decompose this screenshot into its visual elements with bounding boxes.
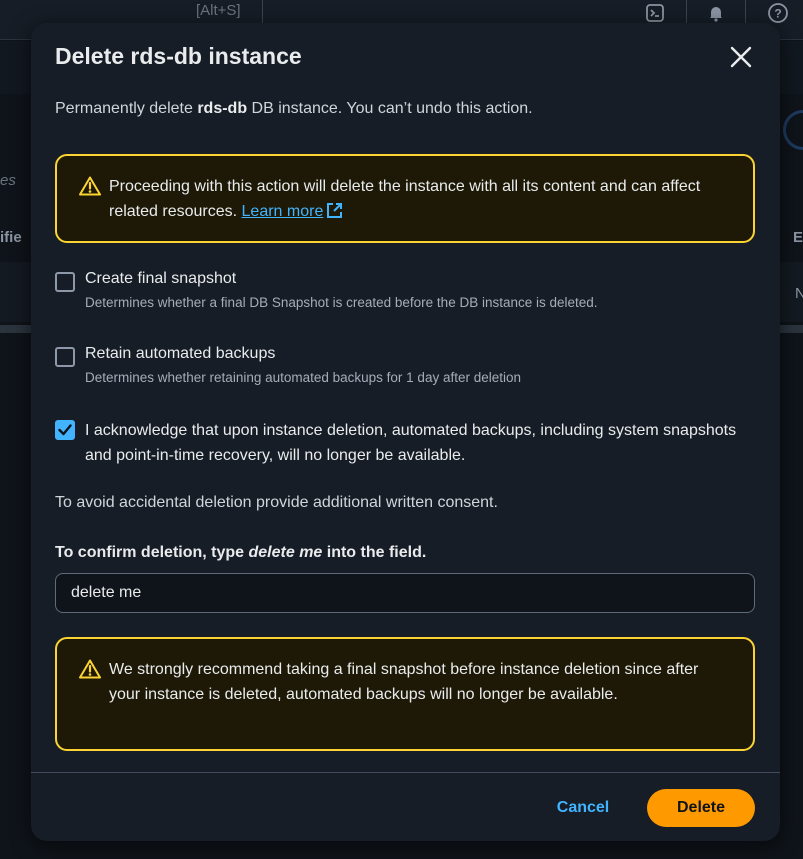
warning-icon <box>79 659 101 679</box>
search-shortcut-hint: [Alt+S] <box>196 2 241 19</box>
footer-divider <box>31 772 780 773</box>
background-search-fragment: es <box>0 172 16 189</box>
confirm-deletion-input[interactable] <box>55 573 755 613</box>
warning-alert: Proceeding with this action will delete … <box>55 154 755 243</box>
delete-instance-modal: Delete rds-db instance Permanently delet… <box>31 23 780 841</box>
background-column-fragment-right: E <box>793 229 803 246</box>
snapshot-recommendation-alert: We strongly recommend taking a final sna… <box>55 637 755 751</box>
learn-more-label: Learn more <box>241 203 324 220</box>
delete-button[interactable]: Delete <box>647 789 755 827</box>
modal-title: Delete rds-db instance <box>55 43 302 69</box>
warning-icon <box>79 176 101 196</box>
svg-text:?: ? <box>774 7 781 21</box>
confirm-keyword: delete me <box>248 544 323 561</box>
option-label: Create final snapshot <box>85 270 237 287</box>
instance-name: rds-db <box>197 100 248 117</box>
option-description: Determines whether retaining automated b… <box>85 370 522 385</box>
cloudshell-icon[interactable] <box>644 2 666 24</box>
final-snapshot-checkbox[interactable] <box>55 272 75 292</box>
confirm-label-prefix: To confirm deletion, type <box>55 544 249 561</box>
retain-backups-checkbox[interactable] <box>55 347 75 367</box>
checkmark-icon <box>58 424 72 436</box>
background-cell-fragment-right: N <box>795 285 803 302</box>
confirm-label: To confirm deletion, type delete me into… <box>55 544 426 562</box>
bell-icon[interactable] <box>705 2 727 24</box>
background-info-circle <box>783 110 803 150</box>
help-icon[interactable]: ? <box>767 2 789 24</box>
intro-suffix: DB instance. You can’t undo this action. <box>247 100 533 117</box>
warning-alert-text: Proceeding with this action will delete … <box>109 178 701 220</box>
intro-prefix: Permanently delete <box>55 100 198 117</box>
option-label: Retain automated backups <box>85 345 276 362</box>
learn-more-link[interactable]: Learn more <box>242 203 324 220</box>
recommendation-text: We strongly recommend taking a final sna… <box>109 661 699 703</box>
acknowledge-checkbox[interactable] <box>55 420 75 440</box>
close-icon <box>730 46 752 68</box>
option-description: Determines whether a final DB Snapshot i… <box>85 295 598 310</box>
external-link-icon[interactable] <box>326 202 343 219</box>
acknowledge-label: I acknowledge that upon instance deletio… <box>85 422 737 464</box>
consent-text: To avoid accidental deletion provide add… <box>55 494 498 511</box>
cancel-button[interactable]: Cancel <box>536 789 630 827</box>
close-button[interactable] <box>725 41 757 73</box>
background-column-fragment: ifie <box>0 229 22 246</box>
confirm-label-suffix: into the field. <box>322 544 427 561</box>
intro-text: Permanently delete rds-db DB instance. Y… <box>55 100 533 118</box>
